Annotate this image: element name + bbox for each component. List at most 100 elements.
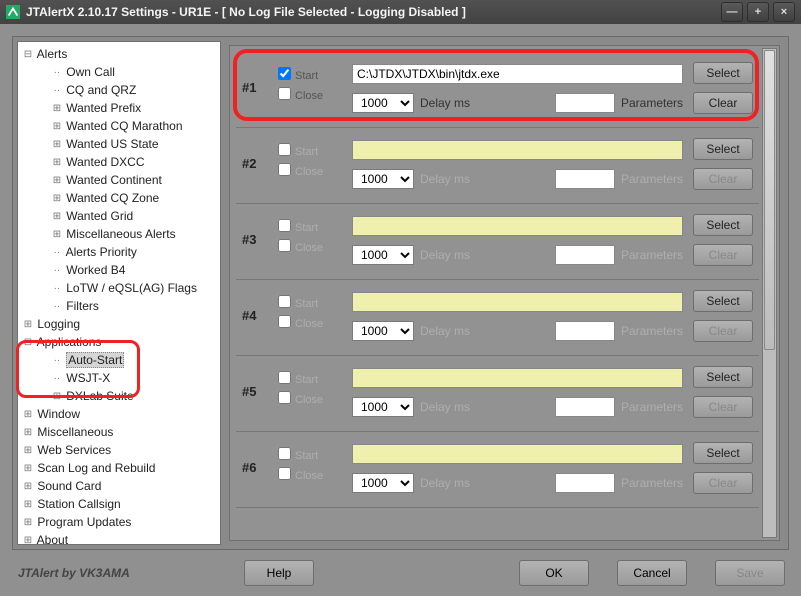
- save-button[interactable]: Save: [715, 560, 785, 586]
- tree-item-logging[interactable]: ⊞ Logging: [18, 315, 220, 333]
- tree-item-miscellaneous[interactable]: ⊞ Miscellaneous: [18, 423, 220, 441]
- select-button[interactable]: Select: [693, 366, 753, 388]
- select-button[interactable]: Select: [693, 138, 753, 160]
- tree-item-auto-start[interactable]: ·· Auto-Start: [18, 351, 220, 369]
- parameters-label: Parameters: [621, 96, 683, 110]
- parameters-input[interactable]: [555, 473, 615, 493]
- parameters-label: Parameters: [621, 172, 683, 186]
- start-checkbox[interactable]: Start: [278, 142, 323, 162]
- start-checkbox[interactable]: Start: [278, 446, 323, 466]
- autostart-row-2: #2StartClose1000Delay msParametersSelect…: [236, 128, 759, 204]
- start-checkbox[interactable]: Start: [278, 294, 323, 314]
- app-icon: [6, 5, 20, 19]
- tree-item-wanted-cq-marathon[interactable]: ⊞ Wanted CQ Marathon: [18, 117, 220, 135]
- tree-item-applications[interactable]: ⊟ Applications: [18, 333, 220, 351]
- cancel-button[interactable]: Cancel: [617, 560, 687, 586]
- clear-button[interactable]: Clear: [693, 320, 753, 342]
- parameters-input[interactable]: [555, 169, 615, 189]
- tree-item-wanted-dxcc[interactable]: ⊞ Wanted DXCC: [18, 153, 220, 171]
- clear-button[interactable]: Clear: [693, 92, 753, 114]
- path-input[interactable]: [352, 216, 683, 236]
- delay-label: Delay ms: [420, 96, 470, 110]
- close-checkbox[interactable]: Close: [278, 466, 323, 486]
- clear-button[interactable]: Clear: [693, 396, 753, 418]
- delay-label: Delay ms: [420, 324, 470, 338]
- tree-item-filters[interactable]: ·· Filters: [18, 297, 220, 315]
- delay-select[interactable]: 1000: [352, 321, 414, 341]
- delay-select[interactable]: 1000: [352, 473, 414, 493]
- parameters-input[interactable]: [555, 397, 615, 417]
- tree-item-alerts[interactable]: ⊟ Alerts: [18, 45, 220, 63]
- select-button[interactable]: Select: [693, 62, 753, 84]
- ok-button[interactable]: OK: [519, 560, 589, 586]
- delay-label: Delay ms: [420, 172, 470, 186]
- vertical-scrollbar[interactable]: [762, 48, 777, 538]
- path-input[interactable]: [352, 140, 683, 160]
- delay-select[interactable]: 1000: [352, 245, 414, 265]
- tree-item-alerts-priority[interactable]: ·· Alerts Priority: [18, 243, 220, 261]
- tree-item-dxlab-suite[interactable]: ⊞ DXLab Suite: [18, 387, 220, 405]
- delay-select[interactable]: 1000: [352, 169, 414, 189]
- tree-item-sound-card[interactable]: ⊞ Sound Card: [18, 477, 220, 495]
- path-input[interactable]: [352, 444, 683, 464]
- select-button[interactable]: Select: [693, 290, 753, 312]
- start-checkbox[interactable]: Start: [278, 218, 323, 238]
- maximize-button[interactable]: +: [747, 2, 769, 22]
- path-input[interactable]: [352, 64, 683, 84]
- delay-label: Delay ms: [420, 400, 470, 414]
- start-checkbox[interactable]: Start: [278, 66, 323, 86]
- help-button[interactable]: Help: [244, 560, 314, 586]
- autostart-row-5: #5StartClose1000Delay msParametersSelect…: [236, 356, 759, 432]
- tree-item-program-updates[interactable]: ⊞ Program Updates: [18, 513, 220, 531]
- tree-item-wanted-cq-zone[interactable]: ⊞ Wanted CQ Zone: [18, 189, 220, 207]
- tree-item-about[interactable]: ⊞ About: [18, 531, 220, 545]
- tree-item-station-callsign[interactable]: ⊞ Station Callsign: [18, 495, 220, 513]
- tree-item-scan-log-and-rebuild[interactable]: ⊞ Scan Log and Rebuild: [18, 459, 220, 477]
- close-checkbox[interactable]: Close: [278, 238, 323, 258]
- path-input[interactable]: [352, 292, 683, 312]
- autostart-row-3: #3StartClose1000Delay msParametersSelect…: [236, 204, 759, 280]
- tree-item-miscellaneous-alerts[interactable]: ⊞ Miscellaneous Alerts: [18, 225, 220, 243]
- credit-text: JTAlert by VK3AMA: [18, 566, 130, 580]
- path-input[interactable]: [352, 368, 683, 388]
- delay-select[interactable]: 1000: [352, 397, 414, 417]
- tree-item-own-call[interactable]: ·· Own Call: [18, 63, 220, 81]
- close-checkbox[interactable]: Close: [278, 314, 323, 334]
- titlebar: JTAlertX 2.10.17 Settings - UR1E - [ No …: [0, 0, 801, 24]
- row-number: #4: [242, 308, 256, 323]
- select-button[interactable]: Select: [693, 442, 753, 464]
- tree-item-wanted-grid[interactable]: ⊞ Wanted Grid: [18, 207, 220, 225]
- tree-item-wanted-prefix[interactable]: ⊞ Wanted Prefix: [18, 99, 220, 117]
- autostart-row-1: #1 StartClose 1000 Delay ms Parameters Select…: [236, 52, 759, 128]
- tree-item-wanted-continent[interactable]: ⊞ Wanted Continent: [18, 171, 220, 189]
- tree-item-cq-and-qrz[interactable]: ·· CQ and QRZ: [18, 81, 220, 99]
- tree-item-lotw-eqsl-ag-flags[interactable]: ·· LoTW / eQSL(AG) Flags: [18, 279, 220, 297]
- tree-item-worked-b4[interactable]: ·· Worked B4: [18, 261, 220, 279]
- settings-tree[interactable]: ⊟ Alerts ·· Own Call ·· CQ and QRZ ⊞ Wan…: [17, 41, 221, 545]
- clear-button[interactable]: Clear: [693, 168, 753, 190]
- start-checkbox[interactable]: Start: [278, 370, 323, 390]
- parameters-input[interactable]: [555, 93, 615, 113]
- minimize-button[interactable]: —: [721, 2, 743, 22]
- footer: JTAlert by VK3AMA Help OK Cancel Save: [12, 556, 789, 590]
- close-checkbox[interactable]: Close: [278, 86, 323, 106]
- scrollbar-thumb[interactable]: [764, 50, 775, 350]
- parameters-input[interactable]: [555, 321, 615, 341]
- row-number: #1: [242, 80, 256, 95]
- parameters-input[interactable]: [555, 245, 615, 265]
- parameters-label: Parameters: [621, 400, 683, 414]
- delay-select[interactable]: 1000: [352, 93, 414, 113]
- close-window-button[interactable]: ×: [773, 2, 795, 22]
- delay-label: Delay ms: [420, 248, 470, 262]
- parameters-label: Parameters: [621, 324, 683, 338]
- close-checkbox[interactable]: Close: [278, 162, 323, 182]
- close-checkbox[interactable]: Close: [278, 390, 323, 410]
- tree-item-wanted-us-state[interactable]: ⊞ Wanted US State: [18, 135, 220, 153]
- tree-item-wsjt-x[interactable]: ·· WSJT-X: [18, 369, 220, 387]
- select-button[interactable]: Select: [693, 214, 753, 236]
- clear-button[interactable]: Clear: [693, 472, 753, 494]
- window-title: JTAlertX 2.10.17 Settings - UR1E - [ No …: [26, 5, 466, 19]
- tree-item-window[interactable]: ⊞ Window: [18, 405, 220, 423]
- clear-button[interactable]: Clear: [693, 244, 753, 266]
- tree-item-web-services[interactable]: ⊞ Web Services: [18, 441, 220, 459]
